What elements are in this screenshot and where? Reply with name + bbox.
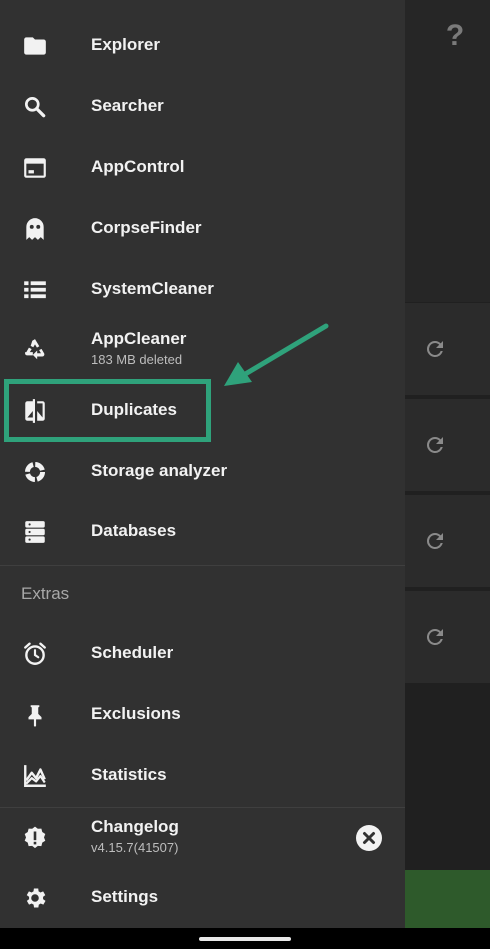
ghost-icon — [22, 216, 48, 242]
refresh-icon[interactable] — [423, 625, 447, 649]
drawer-item-explorer[interactable]: Explorer — [0, 16, 405, 76]
drawer-item-label: Settings — [91, 887, 159, 906]
drawer-item-searcher[interactable]: Searcher — [0, 77, 405, 137]
gear-icon — [22, 885, 48, 911]
background-card[interactable] — [405, 399, 490, 491]
server-icon — [22, 519, 48, 545]
background-card[interactable] — [405, 303, 490, 395]
close-icon — [363, 832, 375, 844]
folder-icon — [22, 33, 48, 59]
stats-icon — [22, 763, 48, 789]
drawer-item-label: CorpseFinder — [91, 218, 202, 237]
drawer-item-statistics[interactable]: Statistics — [0, 746, 405, 806]
drawer-item-label: Exclusions — [91, 704, 181, 723]
dismiss-changelog-button[interactable] — [356, 825, 382, 851]
divider — [0, 565, 405, 566]
drawer-item-label: AppCleaner — [91, 329, 187, 348]
drawer-item-label: Explorer — [91, 35, 160, 54]
duplicates-highlight-box — [4, 379, 211, 442]
recycle-icon — [22, 337, 48, 363]
drawer-item-settings[interactable]: Settings — [0, 868, 405, 928]
drawer-item-subtitle: 183 MB deleted — [91, 352, 183, 367]
background-card[interactable] — [405, 591, 490, 683]
background-card[interactable] — [405, 495, 490, 587]
drawer-item-changelog[interactable]: Changelog v4.15.7(41507) — [0, 808, 405, 868]
drawer-item-corpsefinder[interactable]: CorpseFinder — [0, 199, 405, 259]
version-text: v4.15.7(41507) — [91, 840, 179, 855]
app-window-icon — [22, 155, 48, 181]
search-icon — [22, 94, 48, 120]
drawer-item-label: Databases — [91, 521, 177, 540]
drawer-item-label: AppControl — [91, 157, 185, 176]
drawer-item-label: Searcher — [91, 96, 164, 115]
drawer-item-storage-analyzer[interactable]: Storage analyzer — [0, 442, 405, 502]
drawer-item-scheduler[interactable]: Scheduler — [0, 624, 405, 684]
background-action-button[interactable] — [405, 870, 490, 928]
drawer-item-label: Storage analyzer — [91, 461, 228, 480]
alarm-icon — [22, 641, 48, 667]
extras-section-header: Extras — [21, 584, 70, 603]
refresh-icon[interactable] — [423, 433, 447, 457]
drawer-item-databases[interactable]: Databases — [0, 502, 405, 562]
navigation-drawer: Explorer Searcher AppControl CorpseFinde… — [0, 0, 405, 928]
pin-icon — [22, 702, 48, 728]
drawer-item-label: Scheduler — [91, 643, 174, 662]
help-icon[interactable]: ? — [440, 18, 470, 54]
refresh-icon[interactable] — [423, 337, 447, 361]
refresh-icon[interactable] — [423, 529, 447, 553]
drawer-item-label: Statistics — [91, 765, 167, 784]
annotation-arrow-icon — [224, 323, 329, 386]
drawer-item-systemcleaner[interactable]: SystemCleaner — [0, 260, 405, 320]
drawer-item-appcleaner[interactable]: AppCleaner 183 MB deleted — [0, 320, 405, 380]
alert-badge-icon — [22, 825, 48, 851]
gesture-handle[interactable] — [199, 937, 291, 941]
drawer-item-label: SystemCleaner — [91, 279, 214, 298]
donut-chart-icon — [22, 459, 48, 485]
drawer-item-exclusions[interactable]: Exclusions — [0, 685, 405, 745]
list-icon — [22, 277, 48, 303]
drawer-item-appcontrol[interactable]: AppControl — [0, 138, 405, 198]
drawer-item-label: Changelog — [91, 817, 179, 836]
